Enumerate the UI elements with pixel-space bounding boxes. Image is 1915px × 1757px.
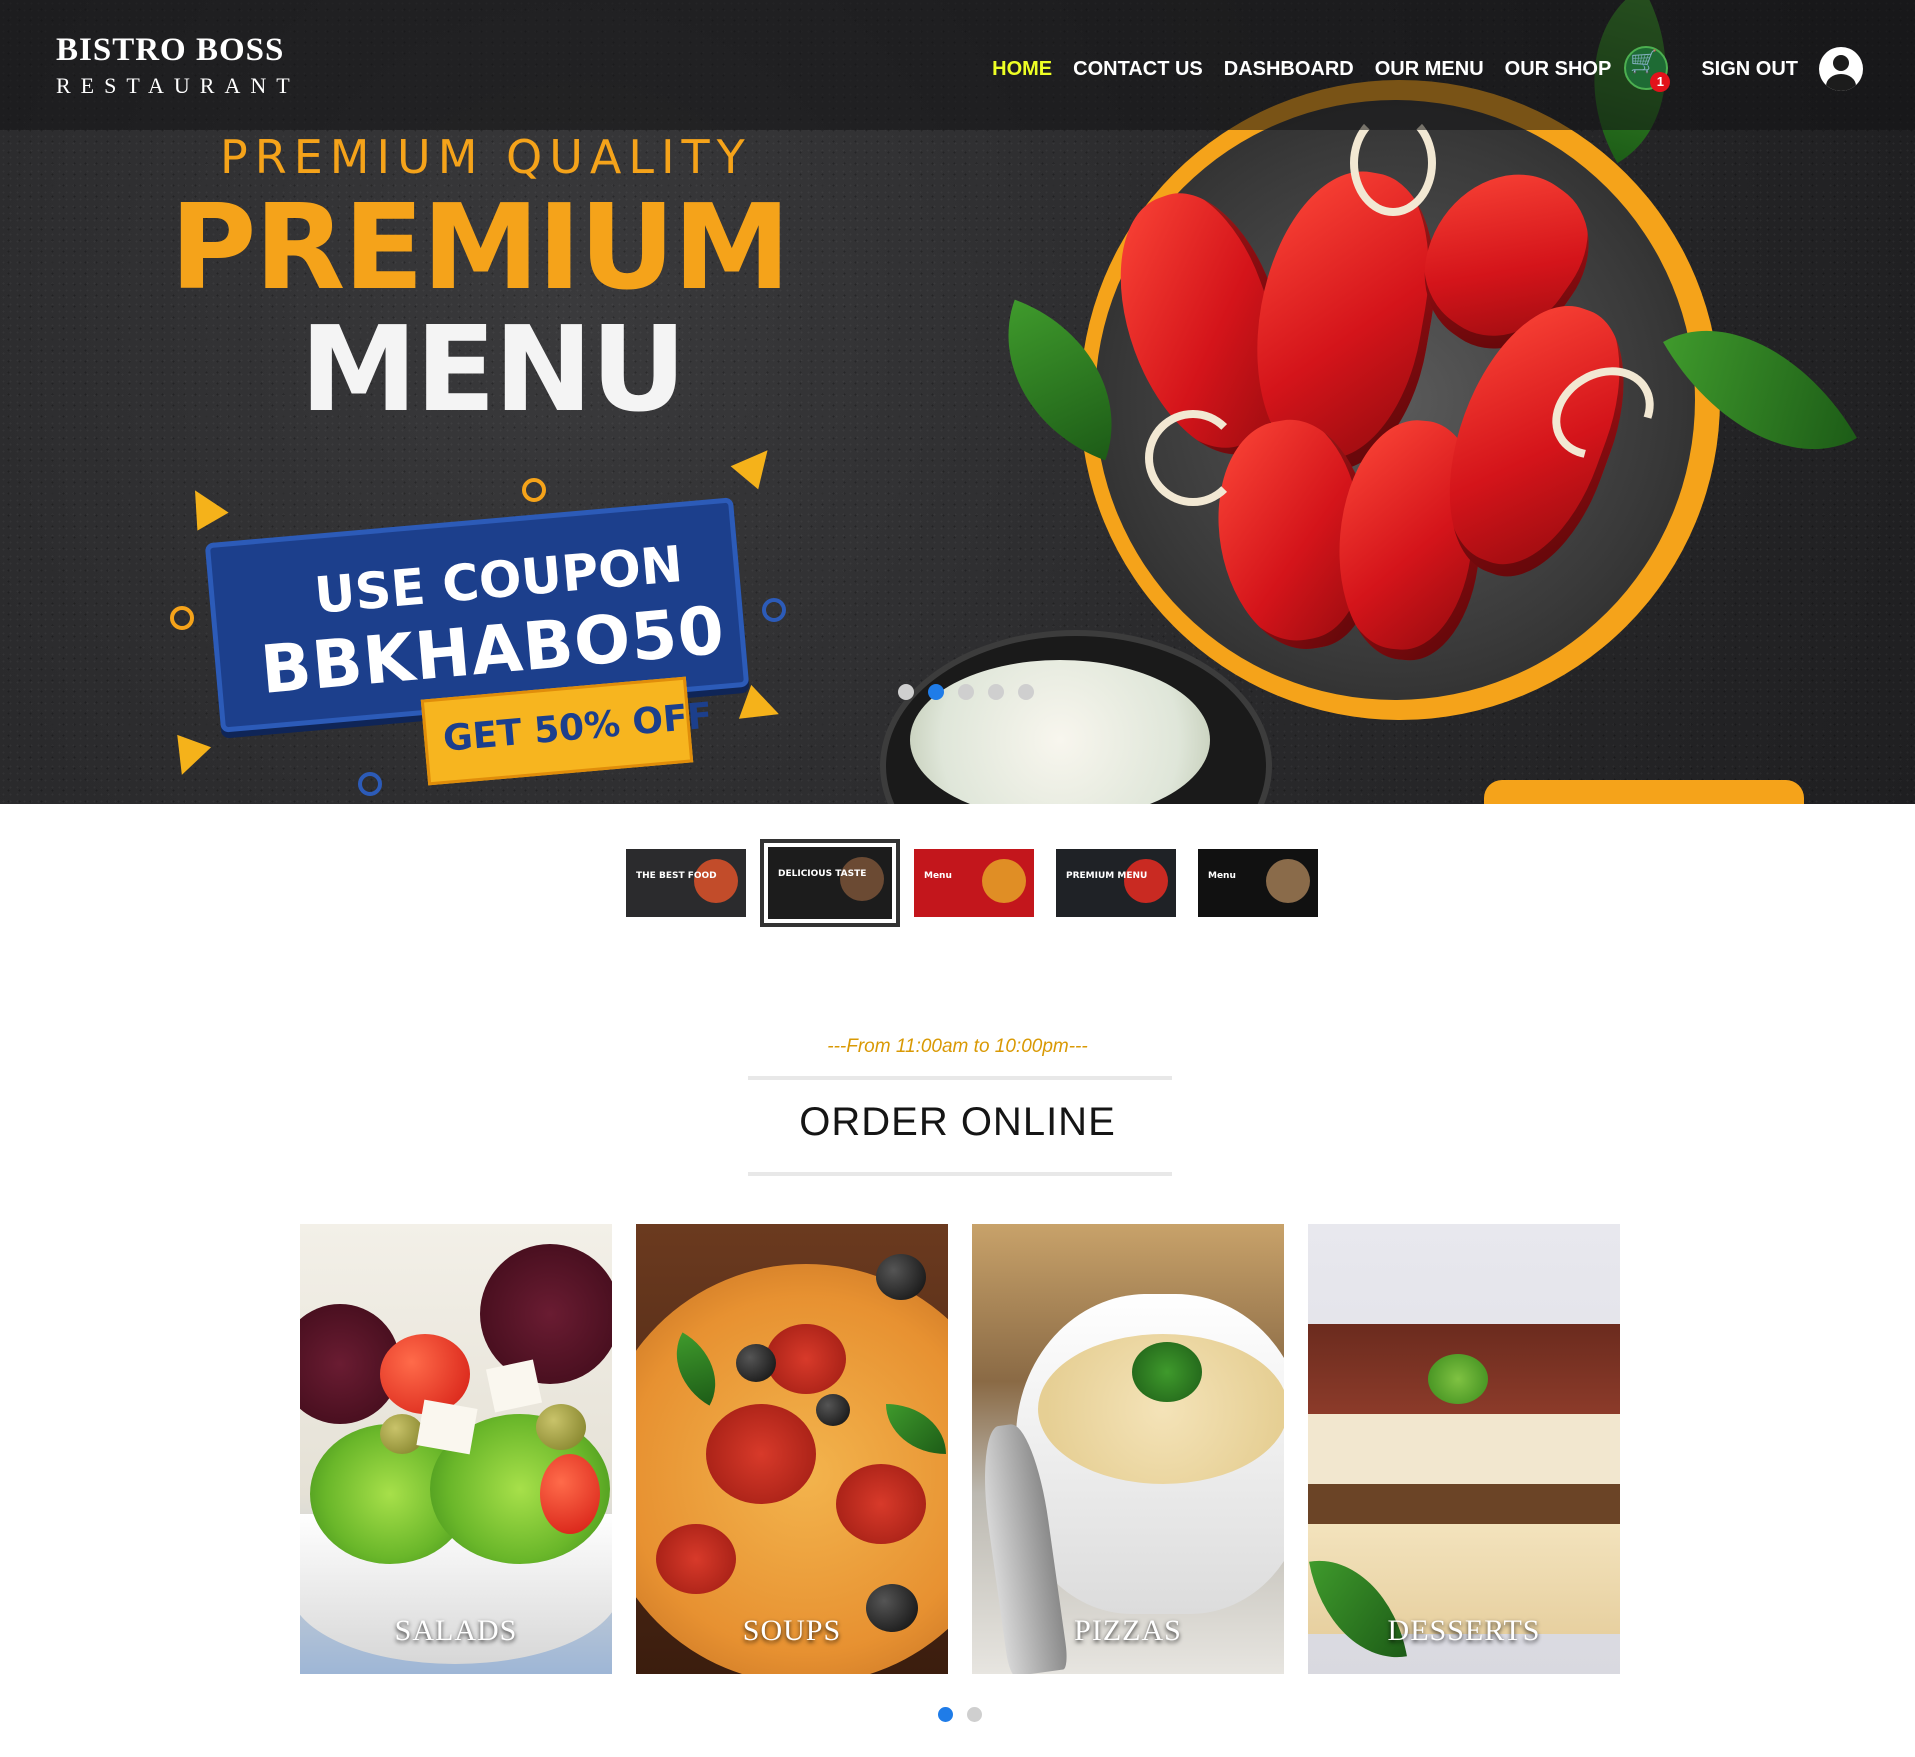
hero-thumbnail[interactable]: DELICIOUS TASTE [760,839,900,927]
navbar: BISTRO BOSS Restaurant HOME CONTACT US D… [0,0,1915,130]
confetti-shape [730,438,782,490]
category-label: Salads [394,1614,518,1647]
onion-ring-image [1145,410,1241,506]
brand-subtitle: Restaurant [56,73,300,98]
heading-rule-bottom [748,1172,1172,1176]
nav-link-contact-us[interactable]: CONTACT US [1073,58,1203,81]
hero-headline-premium: PREMIUM [170,178,791,316]
category-label: pizzas [1074,1614,1182,1647]
category-card-desserts[interactable]: desserts [1308,1224,1620,1674]
cart-count-badge: 1 [1650,72,1671,92]
ring-dot-shape [358,772,382,796]
hero-kicker: PREMIUM QUALITY [220,130,752,184]
section-subtitle: ---From 11:00am to 10:00pm--- [827,1036,1088,1057]
category-pagination [938,1707,982,1722]
hero-thumbnail-label: Menu [1208,871,1236,881]
hero-pagination-dot[interactable] [898,684,914,700]
confetti-shape [179,481,229,531]
category-card-salads[interactable]: Salads [300,1224,612,1674]
nav-link-home[interactable]: HOME [992,58,1052,81]
coupon-offer-text: GET 50% OFF [441,695,714,760]
hero-thumbnail[interactable]: Menu [1198,849,1318,917]
hero-pagination-dot[interactable] [1018,684,1034,700]
nav-link-dashboard[interactable]: DASHBOARD [1224,58,1354,81]
category-carousel: Salads Soups pizzas d [300,1224,1620,1674]
hero-thumbnail-label: PREMIUM MENU [1066,871,1148,881]
ring-dot-shape [762,598,786,622]
brand-logo[interactable]: BISTRO BOSS Restaurant [56,32,300,99]
cart-icon: 🛒 [1630,50,1658,75]
hero-thumbnail[interactable]: PREMIUM MENU [1056,849,1176,917]
category-card-pizzas[interactable]: pizzas [972,1224,1284,1674]
hero-pagination-dot[interactable] [958,684,974,700]
hero-headline-menu: MENU [300,300,687,438]
ring-dot-shape [522,478,546,502]
ring-dot-shape [170,606,194,630]
confetti-shape [164,734,212,782]
hero-thumbnail-label: DELICIOUS TASTE [778,869,867,879]
hero-pagination-dot[interactable] [928,684,944,700]
confetti-shape [738,684,786,732]
hero-pagination [898,684,1034,700]
nav-link-our-menu[interactable]: OUR MENU [1375,58,1484,81]
hero-cta-edge [1484,780,1804,804]
category-label: desserts [1387,1614,1541,1647]
nav-link-our-shop[interactable]: OUR SHOP [1505,58,1612,81]
hero-thumbnail[interactable]: Menu [914,849,1034,917]
heading-rule-top [748,1076,1172,1080]
section-heading: ORDER ONLINE [799,1100,1116,1144]
hero-thumbnails: THE BEST FOOD DELICIOUS TASTE Menu PREMIUM … [626,839,1318,927]
hero-carousel[interactable]: PREMIUM QUALITY PREMIUM MENU USE COUPON … [0,0,1915,804]
category-pagination-dot[interactable] [938,1707,953,1722]
category-pagination-dot[interactable] [967,1707,982,1722]
hero-thumbnail[interactable]: THE BEST FOOD [626,849,746,917]
sign-out-button[interactable]: SIGN OUT [1701,58,1798,81]
category-label: Soups [742,1614,842,1647]
brand-title: BISTRO BOSS [56,32,285,68]
cart-button[interactable]: 🛒 1 [1624,46,1671,92]
user-avatar-icon[interactable] [1819,47,1863,91]
hero-thumbnail-label: Menu [924,871,952,881]
hero-pagination-dot[interactable] [988,684,1004,700]
category-card-soups[interactable]: Soups [636,1224,948,1674]
hero-thumbnail-label: THE BEST FOOD [636,871,717,881]
nav-menu: HOME CONTACT US DASHBOARD OUR MENU OUR S… [992,46,1863,92]
